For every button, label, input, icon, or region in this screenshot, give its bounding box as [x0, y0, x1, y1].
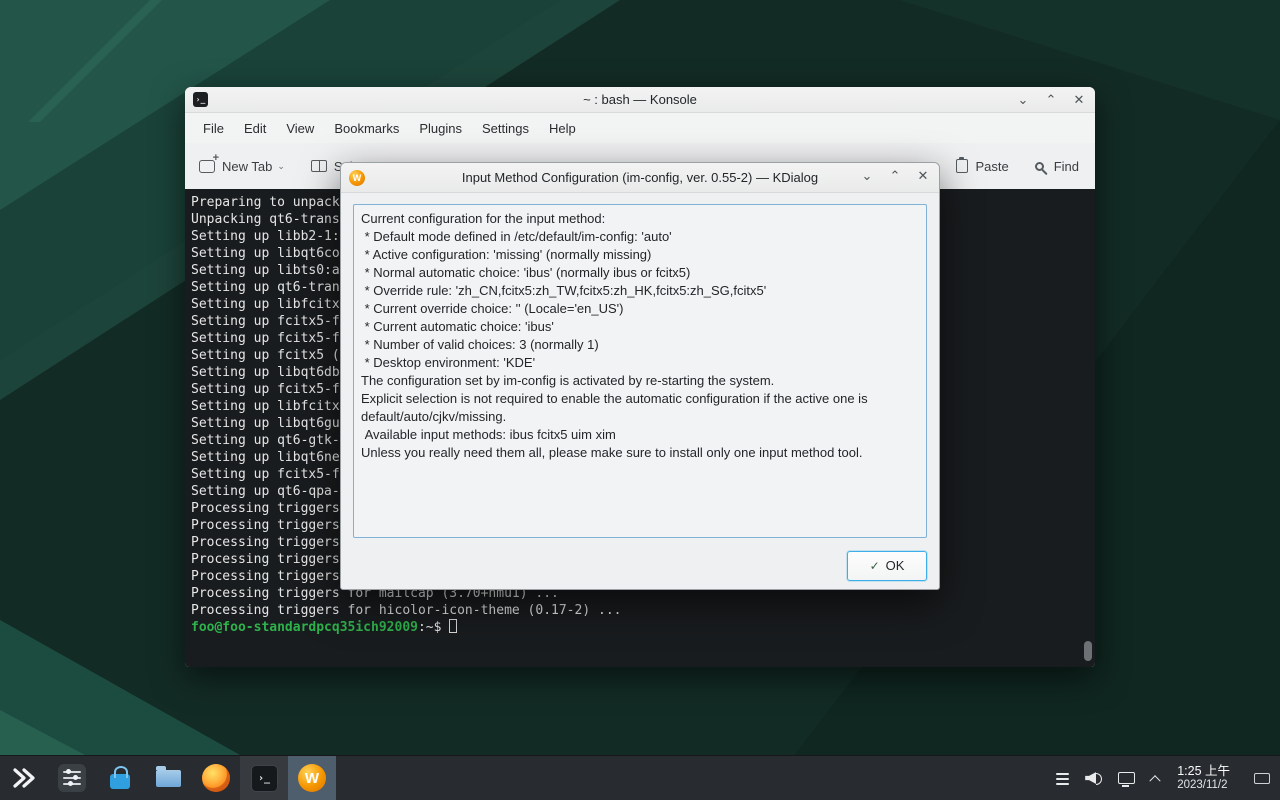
system-tray — [1056, 771, 1159, 785]
dialog-message-frame: Current configuration for the input meth… — [353, 204, 927, 538]
dialog-titlebar[interactable]: W Input Method Configuration (im-config,… — [341, 163, 939, 193]
new-tab-dropdown-icon[interactable]: ⌄ — [277, 161, 285, 174]
settings-sliders-button[interactable] — [48, 756, 96, 800]
menu-item[interactable]: Bookmarks — [324, 117, 409, 140]
find-label: Find — [1054, 159, 1079, 174]
ok-label: OK — [886, 558, 905, 573]
show-desktop-button[interactable] — [1254, 773, 1270, 784]
konsole-task-button[interactable]: ›_ — [240, 756, 288, 800]
menu-item[interactable]: Help — [539, 117, 586, 140]
discover-icon — [110, 774, 130, 789]
clock-date: 2023/11/2 — [1177, 778, 1227, 792]
terminal-prompt-line: foo@foo-standardpcq35ich92009:~$ — [191, 619, 1079, 636]
minimize-icon[interactable]: ⌄ — [1015, 92, 1031, 108]
terminal-scrollbar[interactable] — [1083, 191, 1093, 665]
menu-item[interactable]: Settings — [472, 117, 539, 140]
folder-icon — [156, 770, 181, 787]
terminal-cursor — [449, 619, 457, 633]
konsole-menubar: FileEditViewBookmarksPluginsSettingsHelp — [185, 113, 1095, 143]
dialog-message-line: Current configuration for the input meth… — [361, 210, 919, 228]
prompt-suffix: :~$ — [418, 620, 441, 635]
clock-time: 1:25 上午 — [1177, 764, 1230, 778]
im-config-icon: W — [298, 764, 326, 792]
discover-button[interactable] — [96, 756, 144, 800]
launcher-arrows-icon — [11, 765, 37, 791]
dialog-close-icon[interactable]: ✕ — [915, 168, 931, 184]
dialog-footer: ✓ OK — [341, 542, 939, 589]
taskbar-left: ›_ W — [0, 756, 336, 800]
clock-widget[interactable]: 1:25 上午 2023/11/2 — [1173, 764, 1234, 792]
konsole-titlebar[interactable]: ›_ ~ : bash — Konsole ⌄ ⌃ ✕ — [185, 87, 1095, 113]
menu-item[interactable]: View — [276, 117, 324, 140]
dialog-message-line: Unless you really need them all, please … — [361, 444, 919, 462]
dialog-message-line: Available input methods: ibus fcitx5 uim… — [361, 426, 919, 444]
paste-label: Paste — [975, 159, 1008, 174]
maximize-icon[interactable]: ⌃ — [1043, 92, 1059, 108]
terminal-line: Processing triggers for hicolor-icon-the… — [191, 602, 1079, 619]
paste-icon — [956, 159, 968, 173]
dialog-message-line: * Normal automatic choice: 'ibus' (norma… — [361, 264, 919, 282]
app-launcher-button[interactable] — [0, 756, 48, 800]
im-config-dialog: W Input Method Configuration (im-config,… — [340, 162, 940, 590]
volume-icon[interactable] — [1085, 771, 1102, 785]
dialog-message-line: Explicit selection is not required to en… — [361, 390, 919, 426]
dialog-message-line: * Active configuration: 'missing' (norma… — [361, 246, 919, 264]
dialog-maximize-icon[interactable]: ⌃ — [887, 168, 903, 184]
konsole-window-title: ~ : bash — Konsole — [185, 92, 1095, 107]
menu-item[interactable]: Edit — [234, 117, 276, 140]
tray-expand-icon[interactable] — [1150, 775, 1161, 786]
notifications-icon[interactable] — [1056, 773, 1069, 775]
menu-item[interactable]: Plugins — [409, 117, 472, 140]
display-icon[interactable] — [1118, 772, 1135, 784]
dialog-message-line: * Current override choice: '' (Locale='e… — [361, 300, 919, 318]
dialog-title: Input Method Configuration (im-config, v… — [341, 170, 939, 185]
paste-button[interactable]: Paste — [956, 159, 1008, 174]
dialog-minimize-icon[interactable]: ⌄ — [859, 168, 875, 184]
new-tab-label: New Tab — [222, 159, 272, 174]
firefox-icon — [202, 764, 230, 792]
find-button[interactable]: Find — [1035, 159, 1079, 174]
split-view-icon — [311, 160, 327, 172]
sliders-icon — [58, 764, 86, 792]
konsole-icon: ›_ — [251, 765, 278, 792]
taskbar: ›_ W 1:25 上午 2023/11/2 — [0, 755, 1280, 800]
close-icon[interactable]: ✕ — [1071, 92, 1087, 108]
desktop: ›_ ~ : bash — Konsole ⌄ ⌃ ✕ FileEditView… — [0, 0, 1280, 800]
new-tab-icon — [199, 160, 215, 173]
dialog-message-line: * Default mode defined in /etc/default/i… — [361, 228, 919, 246]
im-config-task-button[interactable]: W — [288, 756, 336, 800]
menu-item[interactable]: File — [193, 117, 234, 140]
taskbar-right: 1:25 上午 2023/11/2 — [1056, 756, 1280, 800]
search-icon — [1035, 162, 1044, 171]
dialog-message-line: * Number of valid choices: 3 (normally 1… — [361, 336, 919, 354]
scrollbar-thumb[interactable] — [1084, 641, 1092, 661]
dialog-message-line: * Desktop environment: 'KDE' — [361, 354, 919, 372]
dialog-message-line: * Current automatic choice: 'ibus' — [361, 318, 919, 336]
check-icon: ✓ — [870, 559, 880, 573]
dialog-message-line: * Override rule: 'zh_CN,fcitx5:zh_TW,fci… — [361, 282, 919, 300]
dialog-body: Current configuration for the input meth… — [341, 193, 939, 542]
firefox-button[interactable] — [192, 756, 240, 800]
prompt-user-host: foo@foo-standardpcq35ich92009 — [191, 620, 418, 635]
dialog-message-line: The configuration set by im-config is ac… — [361, 372, 919, 390]
new-tab-button[interactable]: New Tab ⌄ — [199, 159, 285, 174]
ok-button[interactable]: ✓ OK — [847, 551, 927, 581]
file-manager-button[interactable] — [144, 756, 192, 800]
